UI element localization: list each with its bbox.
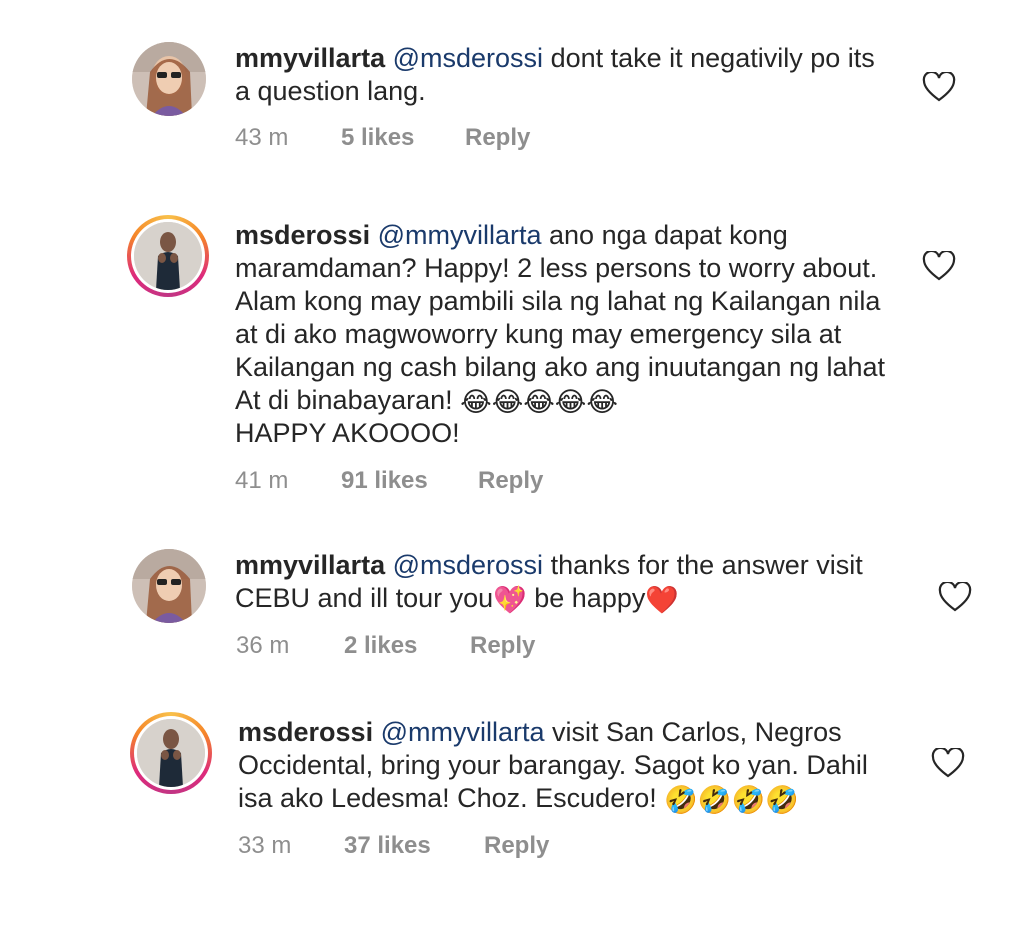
comment-username[interactable]: msderossi — [238, 717, 373, 747]
reply-button[interactable]: Reply — [484, 832, 549, 860]
reply-button[interactable]: Reply — [478, 467, 543, 495]
heart-outline-icon[interactable] — [922, 251, 956, 281]
reply-button[interactable]: Reply — [465, 124, 530, 152]
comment-time: 36 m — [236, 632, 290, 659]
comment-likes[interactable]: 5 likes — [341, 124, 414, 152]
rolling-laughing-emoji: 🤣🤣🤣🤣 — [664, 785, 799, 815]
avatar — [137, 719, 205, 787]
comment-likes[interactable]: 37 likes — [344, 832, 431, 860]
comment-likes[interactable]: 2 likes — [344, 632, 417, 660]
comment-username[interactable]: mmyvillarta — [235, 550, 385, 580]
reply-button[interactable]: Reply — [470, 632, 535, 660]
laughing-emoji: 😂😂😂😂😂 — [460, 387, 618, 417]
sparkling-heart-emoji: 💖 — [493, 585, 527, 615]
comment-mention[interactable]: @msderossi — [393, 550, 543, 580]
avatar[interactable] — [132, 549, 206, 623]
comment-time: 33 m — [238, 832, 292, 859]
avatar-story-ring[interactable] — [127, 215, 209, 297]
comment-mention[interactable]: @mmyvillarta — [378, 220, 542, 250]
comment-text: msderossi @mmyvillarta visit San Carlos,… — [238, 716, 908, 815]
comment-username[interactable]: msderossi — [235, 220, 370, 250]
comment-body-tail: be happy — [526, 583, 646, 613]
avatar — [134, 222, 202, 290]
avatar-story-ring[interactable] — [130, 712, 212, 794]
comment-mention[interactable]: @msderossi — [393, 43, 543, 73]
comment-text: mmyvillarta @msderossi dont take it nega… — [235, 42, 895, 108]
heart-outline-icon[interactable] — [938, 582, 972, 612]
comment-text: msderossi @mmyvillarta ano nga dapat kon… — [235, 219, 895, 450]
comment-username[interactable]: mmyvillarta — [235, 43, 385, 73]
red-heart-emoji: ❤️ — [645, 585, 679, 615]
comment-text: mmyvillarta @msderossi thanks for the an… — [235, 549, 915, 615]
comment-body-tail: HAPPY AKOOOO! — [235, 418, 460, 448]
heart-outline-icon[interactable] — [931, 748, 965, 778]
comment-time: 43 m — [235, 124, 289, 151]
heart-outline-icon[interactable] — [922, 72, 956, 102]
comment-likes[interactable]: 91 likes — [341, 467, 428, 495]
avatar[interactable] — [132, 42, 206, 116]
comment-mention[interactable]: @mmyvillarta — [381, 717, 545, 747]
comment-time: 41 m — [235, 467, 289, 494]
